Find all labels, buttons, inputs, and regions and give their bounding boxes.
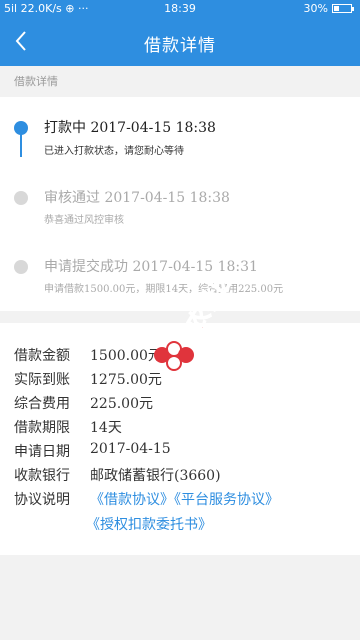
detail-value: 1500.00元 — [90, 348, 162, 364]
battery-percent: 30% — [303, 2, 328, 15]
timeline-dot — [14, 191, 28, 205]
section-label: 借款详情 — [14, 75, 58, 88]
detail-label: 协议说明 — [14, 492, 70, 508]
detail-row-bank: 收款银行 邮政储蓄银行(3660) — [14, 465, 221, 485]
detail-label: 申请日期 — [14, 444, 70, 460]
detail-value: 225.00元 — [90, 396, 153, 412]
detail-label: 收款银行 — [14, 468, 70, 484]
detail-row-term: 借款期限 14天 — [14, 417, 122, 437]
detail-value: 14天 — [90, 420, 122, 436]
detail-label: 借款金额 — [14, 348, 70, 364]
detail-value: 邮政储蓄银行(3660) — [90, 468, 221, 484]
timeline-dot — [14, 260, 28, 274]
battery-icon — [332, 4, 354, 13]
timeline-title: 审核通过 2017-04-15 18:38 — [44, 190, 230, 206]
loan-detail-card: 借款金额 1500.00元 实际到账 1275.00元 综合费用 225.00元… — [0, 323, 360, 555]
detail-row-agreements-cont: 《授权扣款委托书》 — [86, 514, 212, 534]
timeline-subtitle: 恭喜通过风控审核 — [44, 215, 124, 226]
detail-label: 综合费用 — [14, 396, 70, 412]
timeline-title: 打款中 2017-04-15 18:38 — [44, 120, 216, 136]
loan-agreement-link[interactable]: 《借款协议》 — [90, 492, 174, 508]
timeline-card: 打款中 2017-04-15 18:38 已进入打款状态，请您耐心等待 审核通过… — [0, 97, 360, 311]
detail-row-received: 实际到账 1275.00元 — [14, 369, 162, 389]
detail-row-amount: 借款金额 1500.00元 — [14, 345, 162, 365]
timeline-line-active — [20, 133, 22, 157]
debit-authorization-link[interactable]: 《授权扣款委托书》 — [86, 514, 212, 534]
timeline-subtitle: 申请借款1500.00元，期限14天，综合费用225.00元 — [44, 284, 284, 295]
timeline-dot-active — [14, 121, 28, 135]
platform-service-agreement-link[interactable]: 《平台服务协议》 — [174, 492, 279, 508]
battery-fill — [334, 6, 339, 11]
detail-label: 实际到账 — [14, 372, 70, 388]
detail-value: 1275.00元 — [90, 372, 162, 388]
timeline-title: 申请提交成功 2017-04-15 18:31 — [44, 259, 258, 275]
detail-label: 借款期限 — [14, 420, 70, 436]
battery-status: 30% — [303, 2, 354, 15]
detail-row-date: 申请日期 2017-04-15 — [14, 441, 171, 461]
detail-value: 2017-04-15 — [90, 441, 171, 457]
nav-bar: 借款详情 — [0, 18, 360, 66]
detail-row-agreements: 协议说明 《借款协议》《平台服务协议》 — [14, 489, 279, 509]
detail-row-fee: 综合费用 225.00元 — [14, 393, 153, 413]
timeline-subtitle: 已进入打款状态，请您耐心等待 — [44, 146, 184, 157]
page-title: 借款详情 — [144, 36, 216, 56]
status-bar: 5il 22.0K/s ⊕ ··· 18:39 30% — [0, 0, 360, 18]
